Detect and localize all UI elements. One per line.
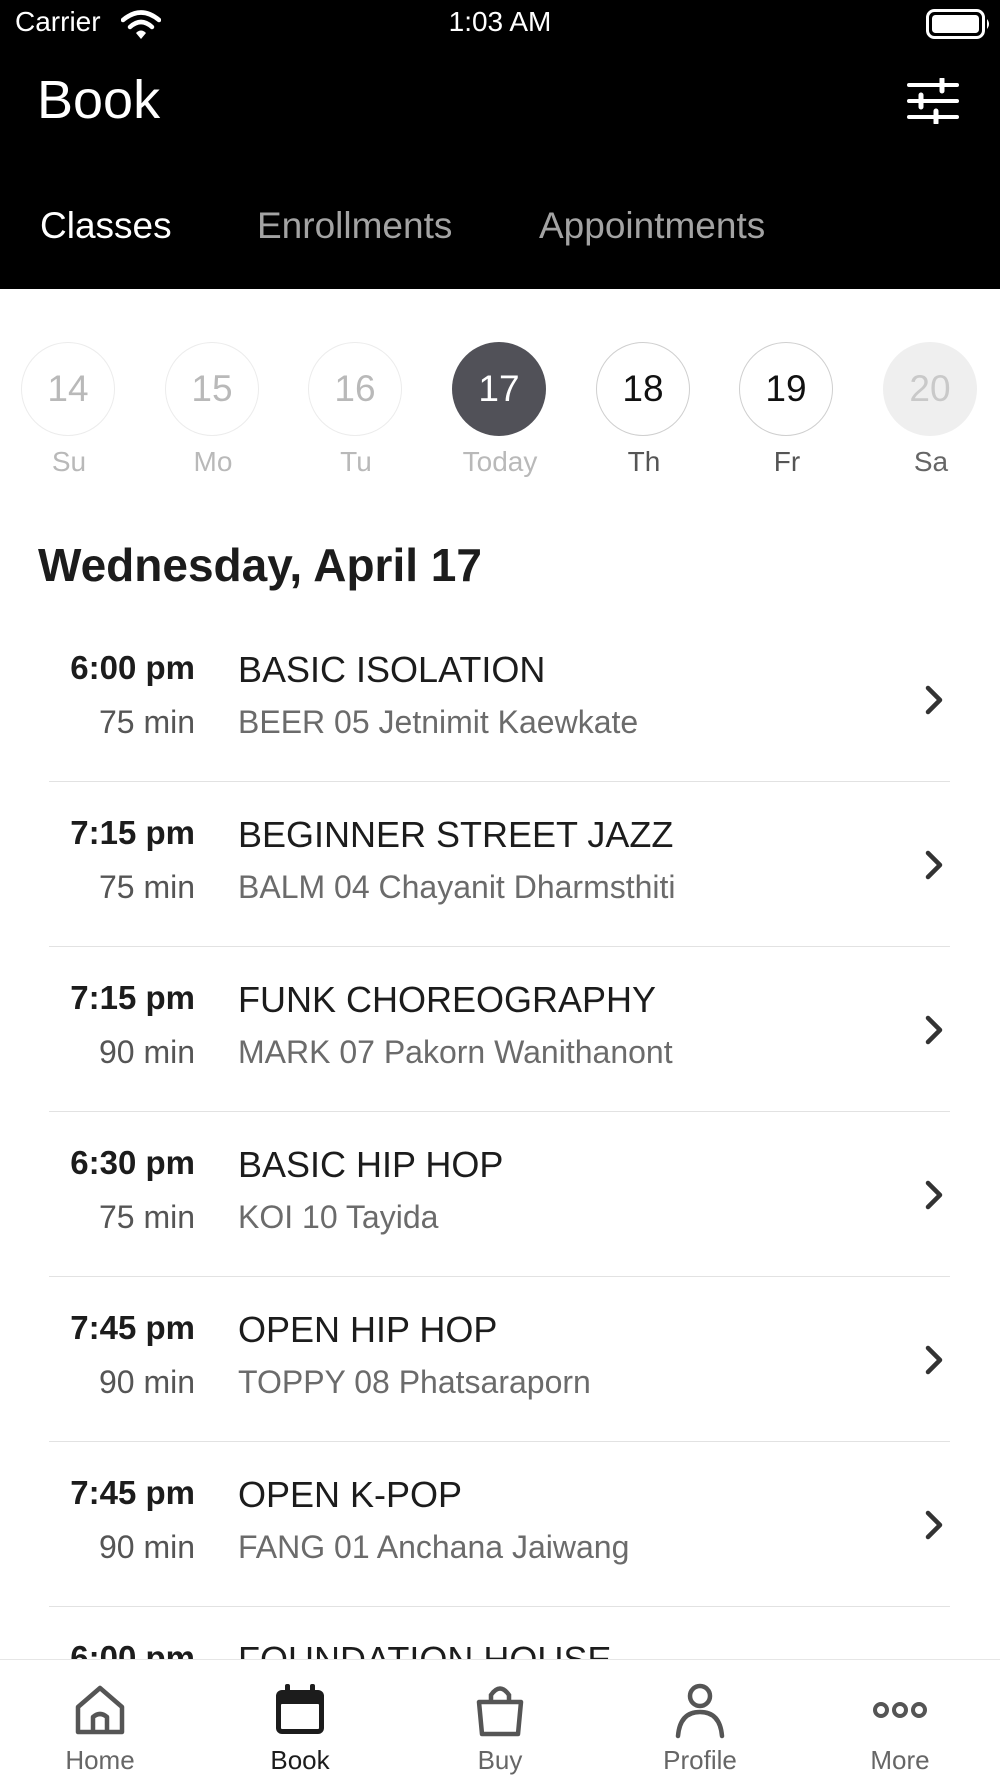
tabbar-more[interactable]: More [800,1660,1000,1779]
day-number: 14 [21,342,115,436]
day-19[interactable]: 19 Fr [737,340,837,490]
tabbar-home[interactable]: Home [0,1660,200,1779]
day-label: Today [462,446,538,477]
tabbar-label: Home [65,1745,135,1775]
shopping-bag-icon [476,1686,524,1737]
class-instructor: FANG 01 Anchana Jaiwang [238,1529,630,1565]
class-time: 6:30 pm [70,1144,195,1181]
class-time: 6:00 pm [70,1639,195,1659]
day-17-today[interactable]: 17 Today [450,340,550,490]
tabbar-buy[interactable]: Buy [400,1660,600,1779]
tab-enrollments[interactable]: Enrollments [257,196,452,256]
tabbar-label: Book [270,1745,330,1775]
filter-icon[interactable] [906,78,960,124]
class-instructor: BALM 04 Chayanit Dharmsthiti [238,869,676,905]
day-label: Th [627,446,661,477]
class-row[interactable]: 7:15 pm 90 min FUNK CHOREOGRAPHY MARK 07… [0,947,1000,1112]
class-time: 6:00 pm [70,649,195,686]
day-16[interactable]: 16 Tu [306,340,406,490]
class-time: 7:15 pm [70,979,195,1016]
booking-tabs: Classes Enrollments Appointments [0,196,1000,256]
tab-classes[interactable]: Classes [40,196,172,256]
page-title: Book [37,70,161,130]
class-name: FUNK CHOREOGRAPHY [238,979,657,1020]
day-20[interactable]: 20 Sa [881,340,981,490]
class-list: 6:00 pm 75 min BASIC ISOLATION BEER 05 J… [0,617,1000,1659]
tabbar-book[interactable]: Book [200,1660,400,1779]
class-duration: 90 min [98,1529,195,1565]
class-row[interactable]: 7:45 pm 90 min OPEN HIP HOP TOPPY 08 Pha… [0,1277,1000,1442]
class-name: FOUNDATION HOUSE [238,1639,611,1659]
day-14[interactable]: 14 Su [19,340,119,490]
class-duration: 90 min [98,1034,195,1070]
day-number: 15 [165,342,259,436]
day-label: Fr [773,446,801,477]
tabbar-label: Buy [477,1745,523,1775]
class-duration: 75 min [98,869,195,905]
class-time: 7:15 pm [70,814,195,851]
battery-icon [926,9,989,39]
home-icon [75,1685,125,1735]
chevron-right-icon [925,850,943,880]
class-name: OPEN K-POP [238,1474,463,1515]
status-time: 1:03 AM [448,6,552,37]
day-15[interactable]: 15 Mo [163,340,263,490]
class-time: 7:45 pm [70,1309,195,1346]
class-row[interactable]: 7:45 pm 90 min OPEN K-POP FANG 01 Anchan… [0,1442,1000,1607]
class-row[interactable]: 6:30 pm 75 min BASIC HIP HOP KOI 10 Tayi… [0,1112,1000,1277]
day-number: 16 [308,342,402,436]
day-number: 20 [883,342,977,436]
class-name: OPEN HIP HOP [238,1309,498,1350]
tabbar-profile[interactable]: Profile [600,1660,800,1779]
class-instructor: MARK 07 Pakorn Wanithanont [238,1034,673,1070]
more-icon [873,1702,927,1718]
status-bar: Carrier 1:03 AM [0,0,1000,50]
app-header: Carrier 1:03 AM Book Classes Enrollments… [0,0,1000,289]
day-selector: 14 Su 15 Mo 16 Tu 17 Today 18 Th 19 Fr 2… [0,340,1000,490]
class-instructor: BEER 05 Jetnimit Kaewkate [238,704,639,740]
day-label: Su [51,446,87,477]
day-18[interactable]: 18 Th [594,340,694,490]
tabbar-label: More [870,1745,930,1775]
day-number: 17 [452,342,546,436]
day-label: Mo [193,446,233,477]
calendar-icon [276,1684,324,1734]
chevron-right-icon [925,1180,943,1210]
day-number: 19 [739,342,833,436]
class-row[interactable]: 6:00 pm FOUNDATION HOUSE [0,1607,1000,1659]
day-label: Sa [913,446,949,477]
class-name: BASIC ISOLATION [238,649,546,690]
class-instructor: TOPPY 08 Phatsaraporn [238,1364,591,1400]
date-heading: Wednesday, April 17 [38,539,482,591]
class-duration: 90 min [98,1364,195,1400]
class-duration: 75 min [98,704,195,740]
tab-appointments[interactable]: Appointments [539,196,765,256]
class-instructor: KOI 10 Tayida [238,1199,439,1235]
day-number: 18 [596,342,690,436]
class-name: BEGINNER STREET JAZZ [238,814,674,855]
bottom-tab-bar: Home Book Buy Profile More [0,1659,1000,1779]
chevron-right-icon [925,685,943,715]
class-duration: 75 min [98,1199,195,1235]
chevron-right-icon [925,1015,943,1045]
chevron-right-icon [925,1510,943,1540]
class-time: 7:45 pm [70,1474,195,1511]
class-row[interactable]: 7:15 pm 75 min BEGINNER STREET JAZZ BALM… [0,782,1000,947]
person-icon [675,1683,725,1739]
chevron-right-icon [925,1345,943,1375]
class-row[interactable]: 6:00 pm 75 min BASIC ISOLATION BEER 05 J… [0,617,1000,782]
day-label: Tu [340,446,372,477]
class-name: BASIC HIP HOP [238,1144,504,1185]
tabbar-label: Profile [663,1745,737,1775]
